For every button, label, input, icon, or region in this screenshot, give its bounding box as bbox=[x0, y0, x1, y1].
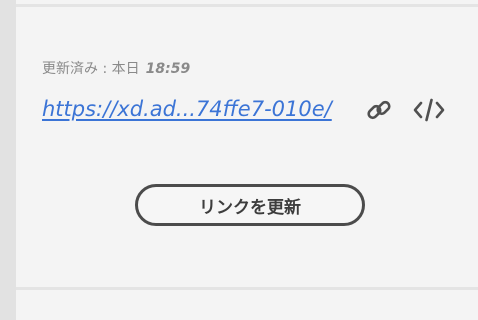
share-panel: 更新済み : 本日 18:59 https://xd.ad...74ffe7-01… bbox=[16, 0, 478, 320]
left-rail bbox=[0, 0, 16, 320]
top-divider bbox=[16, 4, 478, 7]
code-icon bbox=[413, 98, 445, 122]
share-link[interactable]: https://xd.ad...74ffe7-010e/ bbox=[42, 97, 332, 121]
last-updated-label: 更新済み : 本日 bbox=[42, 61, 140, 77]
copy-link-button[interactable] bbox=[362, 93, 396, 127]
last-updated-time: 18:59 bbox=[145, 61, 191, 77]
update-link-button[interactable]: リンクを更新 bbox=[135, 184, 365, 226]
link-icon bbox=[367, 100, 391, 120]
bottom-divider bbox=[16, 287, 478, 290]
last-updated: 更新済み : 本日 18:59 bbox=[42, 58, 190, 78]
embed-code-button[interactable] bbox=[412, 93, 446, 127]
